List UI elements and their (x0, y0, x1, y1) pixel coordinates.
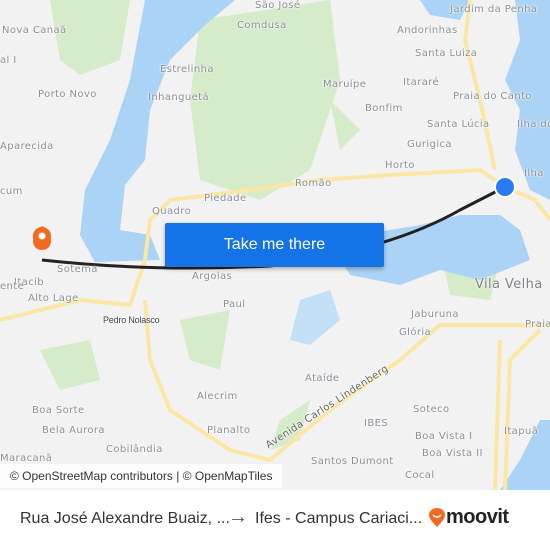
map-label: Bela Aurora (42, 425, 105, 436)
map-label: Jardim da Penha (450, 4, 538, 15)
map-label: Planalto (207, 425, 251, 436)
map-attribution[interactable]: © OpenStreetMap contributors | © OpenMap… (0, 464, 283, 488)
moovit-wordmark: moovit (446, 506, 509, 528)
map-label: Aparecida (0, 141, 54, 152)
map-label: Alto Lage (28, 293, 79, 304)
map-label: Jaburuna (411, 309, 459, 320)
map-label: Estrelinha (160, 64, 214, 75)
map-label: Boa Vista I (415, 431, 473, 442)
map-label: Comdusa (237, 20, 287, 31)
map-label: Boa Sorte (32, 405, 85, 416)
take-me-there-button[interactable]: Take me there (165, 223, 384, 267)
moovit-logo[interactable]: moovit (428, 506, 509, 529)
map-label: Santa Luiza (415, 48, 478, 59)
map-label: Piedade (204, 193, 247, 204)
map-label: Glória (399, 327, 432, 338)
map-label: Argolas (192, 271, 233, 282)
destination-dot-icon (494, 176, 516, 198)
map-label: São José (255, 0, 301, 11)
map-label: Romão (295, 178, 332, 189)
map-label: Horto (385, 160, 415, 171)
map-label: Praia do Canto (453, 91, 532, 102)
map-label: Praia (525, 319, 550, 330)
origin-name: Rua José Alexandre Buaiz, ... (20, 510, 230, 527)
map[interactable]: São José Comdusa Nova Canaã al I Porto N… (0, 0, 550, 490)
origin-pin-icon (33, 226, 51, 250)
map-label: Soteco (413, 404, 450, 415)
map-label: Paul (223, 299, 246, 310)
map-label: al I (0, 55, 17, 66)
map-label: Bonfim (365, 103, 403, 114)
map-label: Itapuã (504, 426, 539, 437)
map-label: Santos Dumont (311, 456, 394, 467)
map-label: cum (0, 186, 23, 197)
map-label: Boa Vista II (422, 448, 483, 459)
map-label: Maracanã (0, 453, 53, 464)
map-label: Quadro (152, 206, 192, 217)
map-label: Pedro Nolasco (103, 315, 160, 325)
map-label: IBES (364, 418, 389, 429)
map-label: Porto Novo (38, 89, 97, 100)
map-label: Andorinhas (397, 25, 458, 36)
map-label: Maruípe (323, 79, 367, 90)
map-label: Ilha (524, 168, 544, 179)
moovit-pin-icon (429, 507, 445, 527)
map-label: Nova Canaã (2, 25, 67, 36)
map-label: Itararé (403, 77, 440, 88)
map-label: Inhanguetá (148, 92, 209, 103)
map-label: Gurigica (407, 139, 452, 150)
map-label: Vila Velha (475, 277, 543, 292)
route-footer: Rua José Alexandre Buaiz, ... → Ifes - C… (0, 490, 550, 550)
map-label: Cobilândia (106, 444, 163, 455)
arrow-right-icon: → (228, 506, 248, 528)
destination-name: Ifes - Campus Cariaci... (255, 510, 423, 527)
map-label: Ilha do (517, 119, 550, 130)
map-label: Sotema (57, 264, 98, 275)
map-label: Santa Lúcia (427, 119, 490, 130)
map-label: Alecrim (197, 391, 238, 402)
map-label: Ataíde (305, 373, 340, 384)
map-label: Cocal (405, 470, 435, 481)
map-label: ente (0, 281, 25, 292)
